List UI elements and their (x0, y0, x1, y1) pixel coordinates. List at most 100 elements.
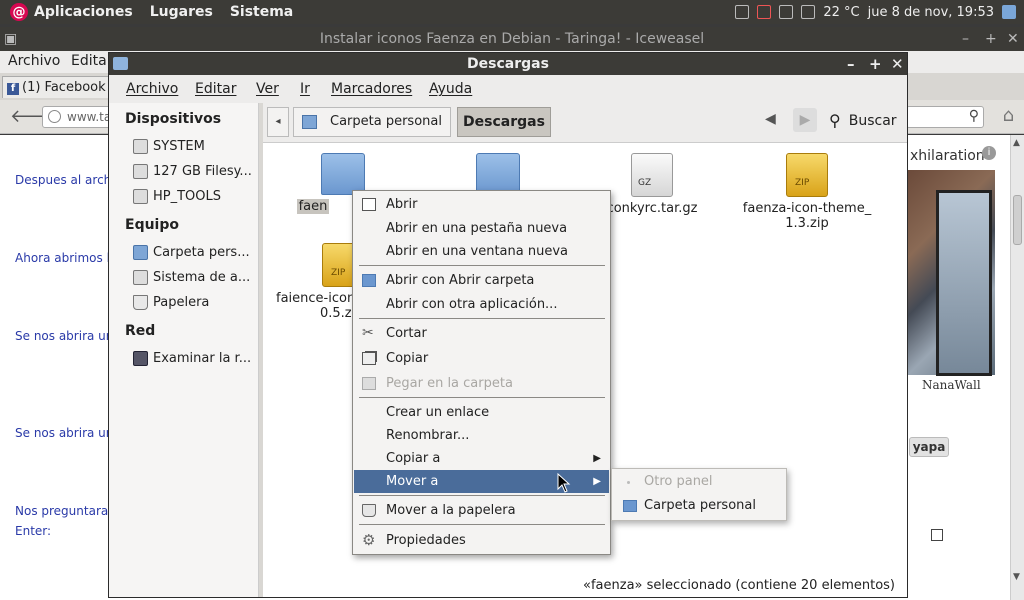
file-item-faenza-zip[interactable]: ZIP faenza-icon-theme_ 1.3.zip (737, 153, 877, 231)
minimize-icon[interactable]: – (847, 53, 855, 75)
path-button-home-label: Carpeta personal (330, 114, 442, 129)
menu-item-label: Copiar a (386, 451, 441, 466)
menu-item-label: Pegar en la carpeta (386, 376, 513, 391)
folder-icon (113, 57, 128, 70)
sidebar-item-hp-tools[interactable]: HP_TOOLS (133, 189, 255, 204)
ad-info-icon[interactable]: i (982, 146, 996, 160)
debian-logo-icon[interactable]: @ (10, 3, 28, 21)
show-desktop-icon[interactable] (1002, 5, 1016, 19)
move-to-submenu: Otro panel Carpeta personal (611, 468, 787, 521)
volume-icon[interactable] (779, 5, 794, 19)
folder-icon (321, 153, 365, 195)
temperature-label[interactable]: 22 °C (823, 5, 859, 20)
menu-archivo[interactable]: Archivo (126, 81, 178, 97)
menu-item-label: Cortar (386, 326, 427, 341)
menu-editar[interactable]: Editar (195, 81, 236, 97)
menu-item-open-window[interactable]: Abrir en una ventana nueva (354, 240, 609, 263)
menu-lugares[interactable]: Lugares (150, 4, 213, 20)
clock-label[interactable]: jue 8 de nov, 19:53 (868, 5, 994, 20)
menu-item-open-with-other[interactable]: Abrir con otra aplicación... (354, 293, 609, 316)
browser-close-icon[interactable]: ✕ (1007, 27, 1019, 51)
search-button[interactable]: ⚲ Buscar (829, 111, 897, 130)
drive-icon (133, 139, 148, 154)
menu-item-cut[interactable]: ✂ Cortar (354, 322, 609, 345)
menu-sistema[interactable]: Sistema (230, 4, 293, 20)
page-text-line: Enter: (15, 524, 52, 538)
menu-separator (359, 495, 605, 496)
yapa-button[interactable]: yapa (909, 437, 949, 457)
external-link-icon[interactable] (931, 529, 943, 541)
drive-icon (133, 164, 148, 179)
menu-item-copy[interactable]: Copiar (354, 347, 609, 370)
menu-separator (359, 397, 605, 398)
menu-item-copy-to[interactable]: Copiar a ▶ (354, 447, 609, 470)
archive-badge: GZ (638, 178, 652, 188)
browser-search-input[interactable]: ⚲ (906, 106, 984, 128)
menu-item-open-with-folder[interactable]: Abrir con Abrir carpeta (354, 269, 609, 292)
menu-marcadores[interactable]: Marcadores (331, 81, 412, 97)
weather-icon[interactable] (801, 5, 816, 19)
browser-scroll-thumb[interactable] (1013, 195, 1022, 245)
sidebar-item-label: Examinar la r... (153, 351, 252, 366)
browser-window-title: Instalar iconos Faenza en Debian - Tarin… (319, 31, 705, 47)
submenu-item-home-folder[interactable]: Carpeta personal (613, 495, 785, 517)
file-manager-menubar: Archivo Editar Ver Ir Marcadores Ayuda (109, 75, 907, 103)
trash-icon (362, 504, 376, 517)
search-icon[interactable]: ⚲ (969, 108, 979, 124)
system-tray: 22 °C jue 8 de nov, 19:53 (735, 0, 1016, 24)
browser-minimize-icon[interactable]: – (962, 27, 969, 51)
sidebar-item-home[interactable]: Carpeta pers... (133, 245, 255, 260)
maximize-icon[interactable]: + (869, 53, 882, 75)
browser-menu-archivo[interactable]: Archivo (8, 53, 60, 69)
file-label: faen (296, 199, 330, 214)
status-bar: «faenza» seleccionado (contiene 20 eleme… (263, 575, 907, 597)
tab-facebook[interactable]: f (1) Facebook (2, 76, 112, 98)
page-text-line: Despues al arch (15, 173, 112, 187)
paste-icon (362, 377, 376, 390)
path-button-home[interactable]: Carpeta personal (293, 107, 451, 137)
battery-icon[interactable] (757, 5, 772, 19)
menu-item-properties[interactable]: ⚙ Propiedades (354, 529, 609, 552)
ad-title: xhilaration (910, 148, 985, 164)
file-item-folder[interactable] (428, 153, 568, 195)
menu-ver[interactable]: Ver (256, 81, 279, 97)
sidebar-header-dispositivos: Dispositivos (125, 111, 222, 127)
menu-ir[interactable]: Ir (300, 81, 310, 97)
browser-scrollbar[interactable]: ▲ ▼ (1010, 135, 1024, 600)
menu-item-open[interactable]: Abrir (354, 193, 609, 216)
forward-arrow-icon[interactable]: ▶ (793, 108, 817, 132)
file-label: faenza-icon-theme_ 1.3.zip (737, 201, 877, 231)
browser-maximize-icon[interactable]: + (985, 27, 997, 51)
network-icon[interactable] (735, 5, 750, 19)
close-icon[interactable]: ✕ (891, 53, 904, 75)
file-label-line: faience-icon (276, 291, 356, 306)
sidebar-item-filesystem[interactable]: 127 GB Filesy... (133, 164, 255, 179)
path-button-current[interactable]: Descargas (457, 107, 551, 137)
scroll-down-icon[interactable]: ▼ (1013, 572, 1020, 582)
sidebar-item-network[interactable]: Examinar la r... (133, 351, 255, 366)
back-arrow-icon[interactable]: ◀ (765, 111, 776, 127)
menu-item-label: Abrir en una ventana nueva (386, 244, 568, 259)
path-scroll-left-button[interactable]: ◂ (267, 107, 289, 137)
sidebar-item-system[interactable]: SYSTEM (133, 139, 255, 154)
scroll-up-icon[interactable]: ▲ (1013, 138, 1020, 148)
file-manager-titlebar[interactable]: Descargas – + ✕ (109, 53, 907, 75)
sidebar-item-filesystem-root[interactable]: Sistema de a... (133, 270, 255, 285)
menu-item-open-tab[interactable]: Abrir en una pestaña nueva (354, 217, 609, 240)
submenu-arrow-icon: ▶ (593, 476, 601, 487)
search-icon: ⚲ (829, 111, 841, 130)
ad-photo[interactable] (908, 170, 995, 376)
menu-item-move-to-trash[interactable]: Mover a la papelera (354, 499, 609, 522)
advertisement[interactable]: xhilaration i NanaWall yapa (908, 140, 1008, 600)
home-icon[interactable]: ⌂ (1003, 105, 1014, 126)
menu-item-make-link[interactable]: Crear un enlace (354, 401, 609, 424)
menu-ayuda[interactable]: Ayuda (429, 81, 472, 97)
menu-aplicaciones[interactable]: Aplicaciones (34, 4, 133, 20)
browser-menu-editar[interactable]: Editar (71, 53, 112, 69)
menu-item-rename[interactable]: Renombrar... (354, 424, 609, 447)
network-icon (133, 351, 148, 366)
page-text-line: Se nos abrira ur (15, 329, 111, 343)
file-label-line: faenza-icon-theme_ (742, 201, 872, 216)
browser-titlebar: Instalar iconos Faenza en Debian - Tarin… (0, 27, 1024, 51)
menu-item-paste: Pegar en la carpeta (354, 372, 609, 395)
